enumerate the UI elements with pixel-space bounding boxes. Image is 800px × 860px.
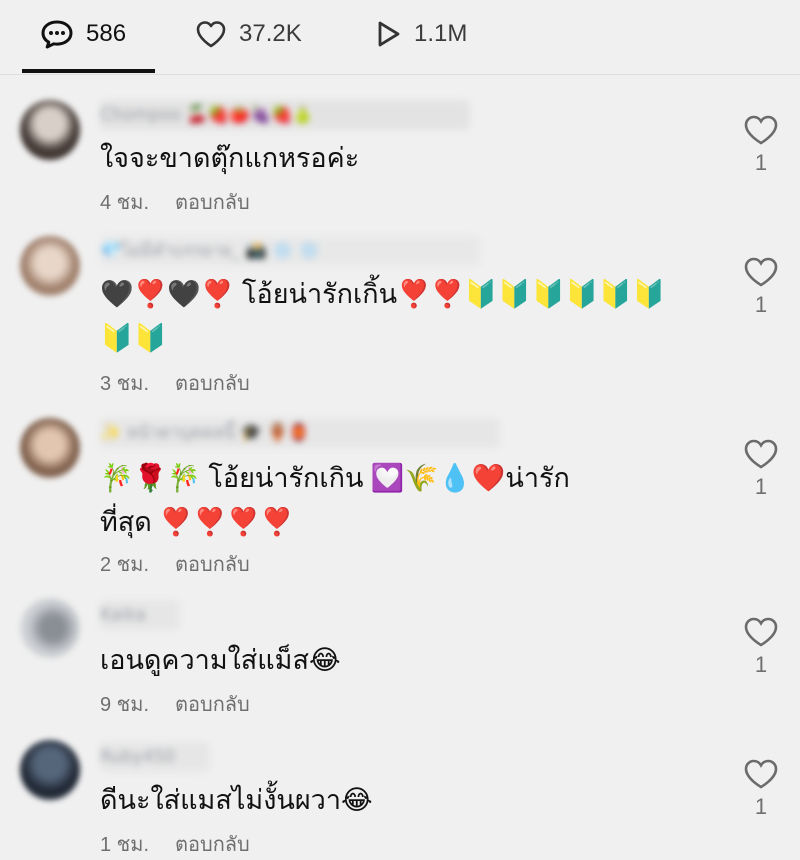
comment-time: 1 ชม. — [100, 834, 149, 856]
like-count: 37.2K — [239, 20, 302, 47]
tab-likes[interactable]: 37.2K — [195, 14, 302, 54]
comment-meta: 9 ชม. ตอบกลับ — [100, 688, 250, 720]
heart-icon — [744, 257, 778, 287]
comment-icon — [40, 19, 74, 49]
comment-like-count: 1 — [754, 292, 768, 317]
comment-text: 🎋🌹🎋 โอ้ยน่ารักเกิน 💟🌾💧❤️น่ารักที่สุด ❣️❣… — [100, 456, 690, 544]
comment-like-button[interactable]: 1 — [741, 114, 781, 176]
comment-text: 🖤❣️🖤❣️ โอ้ยน่ารักเกิ้น❣️❣️🔰🔰🔰🔰🔰🔰🔰🔰 — [100, 272, 690, 360]
comment-phrase: ที่สุด — [100, 507, 152, 537]
heart-icon — [744, 439, 778, 469]
reply-button[interactable]: ตอบกลับ — [175, 367, 250, 399]
username[interactable]: Ruby450 — [100, 742, 210, 772]
comment-emoji-group: 💟🌾💧❤️ — [370, 463, 506, 493]
comment-like-button[interactable]: 1 — [741, 758, 781, 820]
view-count: 1.1M — [414, 20, 468, 47]
comment-time: 4 ชม. — [100, 192, 149, 214]
play-icon — [376, 19, 402, 49]
comment-meta: 1 ชม. ตอบกลับ — [100, 828, 250, 860]
avatar[interactable] — [20, 598, 80, 658]
avatar[interactable] — [20, 740, 80, 800]
comment-count: 586 — [86, 20, 127, 47]
comment-meta: 2 ชม. ตอบกลับ — [100, 548, 250, 580]
username[interactable]: 💎ไม่มีคำบรรยาย_ 📸 ❄️ ❄️ — [100, 236, 480, 266]
comment-text: ดีนะใส่แมสไม่งั้นผวา😂 — [100, 785, 373, 815]
stats-tab-bar: 586 37.2K 1.1M — [0, 0, 800, 75]
comment-emoji-group: 🖤❣️🖤❣️ — [100, 279, 242, 309]
comment-text: เอนดูความใส่แม็ส😂 — [100, 645, 341, 675]
avatar[interactable] — [20, 418, 80, 478]
comment-phrase: โอ้ยน่ารักเกิ้น — [241, 279, 398, 309]
heart-icon — [744, 617, 778, 647]
active-tab-indicator — [22, 69, 155, 73]
comment-time: 9 ชม. — [100, 694, 149, 716]
comment-like-count: 1 — [754, 150, 768, 175]
tab-views[interactable]: 1.1M — [376, 14, 467, 54]
tab-comments[interactable]: 586 — [40, 14, 126, 54]
reply-button[interactable]: ตอบกลับ — [175, 828, 250, 860]
comment-like-count: 1 — [754, 794, 768, 819]
comment-meta: 4 ชม. ตอบกลับ — [100, 186, 250, 218]
heart-icon — [195, 19, 227, 49]
comment-like-button[interactable]: 1 — [741, 616, 781, 678]
comment-emoji-group: 🎋🌹🎋 — [100, 463, 209, 493]
avatar[interactable] — [20, 100, 80, 160]
comment-text: ใจจะขาดตุ๊กแกหรอค่ะ — [100, 143, 360, 173]
avatar[interactable] — [20, 236, 80, 296]
comment-time: 3 ชม. — [100, 373, 149, 395]
comment-phrase: โอ้ยน่ารักเกิน — [208, 463, 371, 493]
comment-like-button[interactable]: 1 — [741, 256, 781, 318]
heart-icon — [744, 759, 778, 789]
comment-phrase: น่ารัก — [505, 463, 570, 493]
comment-like-count: 1 — [754, 474, 768, 499]
reply-button[interactable]: ตอบกลับ — [175, 186, 250, 218]
comment-like-button[interactable]: 1 — [741, 438, 781, 500]
username[interactable]: ✨ หน้าตาบุคคลนี้ 🎓 🏺🏮 — [100, 418, 500, 448]
reply-button[interactable]: ตอบกลับ — [175, 688, 250, 720]
username[interactable]: Kaika — [100, 600, 180, 630]
comment-emoji-group: ❣️❣️❣️❣️ — [159, 507, 294, 537]
comment-meta: 3 ชม. ตอบกลับ — [100, 367, 250, 399]
comment-time: 2 ชม. — [100, 554, 149, 576]
username[interactable]: Chompoo 🍒🍓🍅🍇🍓🍐 — [100, 100, 470, 130]
heart-icon — [744, 115, 778, 145]
comment-like-count: 1 — [754, 652, 768, 677]
reply-button[interactable]: ตอบกลับ — [175, 548, 250, 580]
